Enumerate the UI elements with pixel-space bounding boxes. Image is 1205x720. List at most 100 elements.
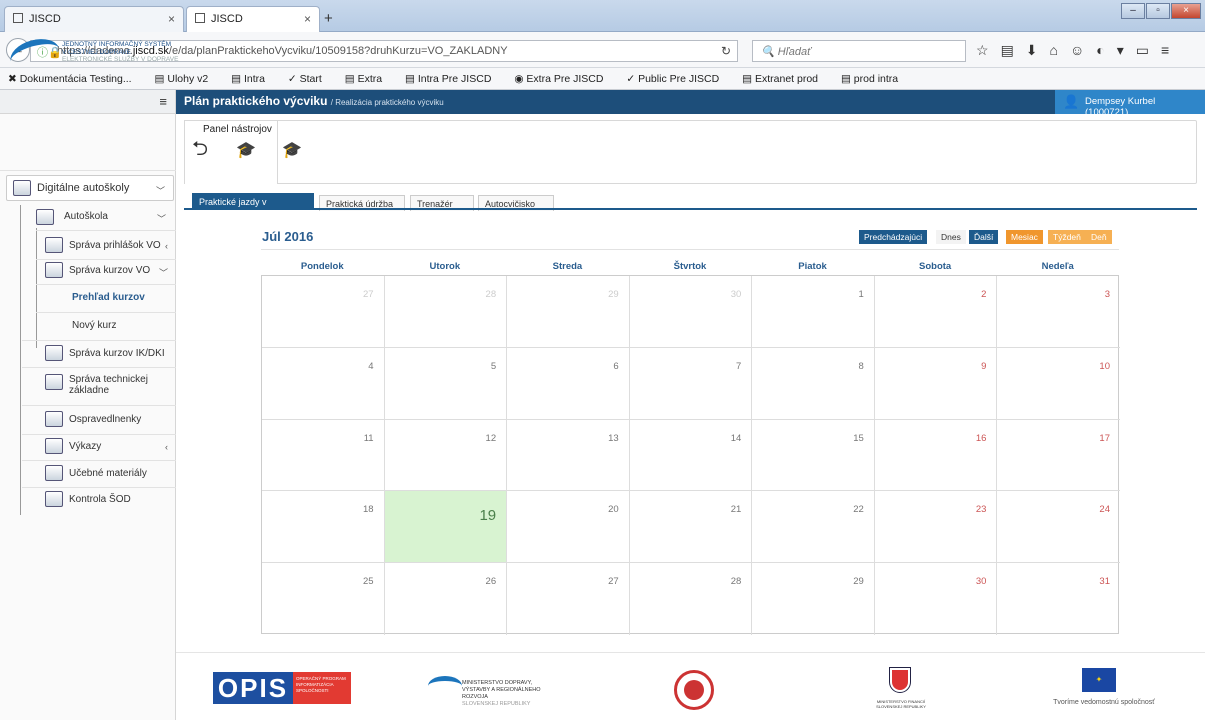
calendar-day[interactable]: 24 [997,491,1120,564]
bookmark-public-jiscd[interactable]: ✓ Public Pre JISCD [626,73,729,85]
bookmark-label: Ulohy v2 [167,73,209,85]
calendar-day[interactable]: 8 [752,347,875,420]
close-window-icon[interactable]: × [1171,3,1201,19]
bookmark-extra-jiscd[interactable]: ◉ Extra Pre JISCD [514,73,613,85]
sidebar-item-ospravedlnenky[interactable]: Ospravedlnenky [40,411,176,427]
bookmark-start[interactable]: ✓ Start [288,73,332,85]
calendar-day[interactable]: 2 [874,276,998,348]
sidebar-item-sprava-kurzov-vo[interactable]: Správa kurzov VO ﹀ [40,262,176,278]
calendar-day[interactable]: 18 [262,491,385,564]
browser-search-input[interactable]: 🔍 Hľadať [752,40,966,62]
weekday-1: Utorok [429,261,461,272]
sidebar-item-prehlad-kurzov[interactable]: Prehľad kurzov [72,292,172,303]
calendar-day[interactable]: 3 [997,276,1120,348]
restore-icon[interactable]: ▫ [1146,3,1170,19]
bookmark-star-icon[interactable]: ☆ [976,42,1001,58]
sidebar-group-digitalne-autoskoly[interactable]: Digitálne autoškoly ﹀ [6,175,174,201]
next-button[interactable]: Ďalší [969,230,999,244]
screen-icon[interactable]: ▭ [1136,42,1161,58]
view-month-button[interactable]: Mesiac [1006,230,1043,244]
calendar-day[interactable]: 11 [262,419,385,492]
sidebar-item-ucebne-materialy[interactable]: Učebné materiály [40,465,176,481]
tool-panel-title: Panel nástrojov [203,124,272,135]
calendar-day[interactable]: 17 [997,420,1120,492]
browser-tab-2[interactable]: JISCD × [186,6,320,32]
sidebar-item-label: Výkazy [69,441,102,452]
bookmark-label: Dokumentácia Testing... [19,73,132,85]
smiley-icon[interactable]: ☺ [1070,42,1096,58]
home-icon[interactable]: ⌂ [1050,42,1070,58]
new-tab-button[interactable]: + [324,10,333,27]
sidebar-item-autoskola[interactable]: Autoškola ﹀ [24,209,174,225]
sidebar-item-kontrola-sod[interactable]: Kontrola ŠOD [40,491,176,507]
sidebar-item-sprava-kurzov-ik-dki[interactable]: Správa kurzov IK/DKI [40,345,176,361]
bookmark-label: Intra [243,73,265,85]
instructor-edit-icon[interactable]: 🎓 [282,140,302,160]
calendar-day[interactable]: 4 [262,347,385,420]
calendar-day[interactable]: 13 [507,419,630,492]
view-week-button[interactable]: Týždeň [1048,230,1086,244]
bookmark-testing[interactable]: ✖ Dokumentácia Testing... [8,73,142,85]
school-icon [36,209,54,225]
calendar-day[interactable]: 23 [874,491,998,564]
calendar-day[interactable]: 5 [384,347,508,420]
minimize-icon[interactable]: – [1121,3,1145,19]
calendar-day[interactable]: 28 [630,563,753,635]
bookmark-extra[interactable]: ▤ Extra [345,73,392,85]
calendar-day[interactable]: 27 [262,276,385,348]
calendar-day[interactable]: 7 [629,347,753,420]
sidebar-toggle-icon[interactable]: ≡ [0,90,175,114]
calendar-day[interactable]: 22 [752,491,875,564]
bookmark-prod-intra[interactable]: ▤ prod intra [841,73,908,85]
sidebar-item-vykazy[interactable]: Výkazy ‹ [40,438,176,454]
tab-prakticke-jazdy[interactable]: Praktické jazdy v premávke [192,193,314,217]
calendar-day[interactable]: 26 [385,563,508,635]
calendar-day[interactable]: 31 [997,563,1120,635]
reading-list-icon[interactable]: ▤ [1001,42,1026,58]
reload-icon[interactable]: ↻ [721,44,731,58]
calendar-day-today[interactable]: 19 [384,491,508,564]
back-arrow-icon[interactable]: ⮌ [192,134,208,168]
calendar-day[interactable]: 14 [629,419,753,492]
close-tab-icon[interactable]: × [168,12,175,26]
calendar-day[interactable]: 15 [752,419,875,492]
bookmark-intra-jiscd[interactable]: ▤ Intra Pre JISCD [405,73,501,85]
calendar-day[interactable]: 9 [874,347,998,420]
bookmark-ulohy[interactable]: ▤ Ulohy v2 [155,73,219,85]
calendar-day[interactable]: 30 [875,563,998,635]
calendar-day[interactable]: 25 [262,563,385,635]
user-menu[interactable]: 👤 Dempsey Kurbel (1000721) [1055,90,1205,118]
sidebar-item-sprava-prihlasok-vo[interactable]: Správa prihlášok VO ‹ [40,237,176,253]
download-icon[interactable]: ⬇ [1026,42,1050,58]
today-button[interactable]: Dnes [936,230,966,244]
dropdown-icon[interactable]: ▾ [1117,42,1136,58]
calendar-day[interactable]: 12 [384,419,508,492]
bookmark-label: Intra Pre JISCD [417,73,492,85]
divider [261,249,1119,250]
calendar-day[interactable]: 16 [874,419,998,492]
bookmark-intra[interactable]: ▤ Intra [231,73,275,85]
calendar-day[interactable]: 27 [507,563,630,635]
calendar-day[interactable]: 29 [752,563,875,635]
calendar-day[interactable]: 6 [507,347,630,420]
calendar-day[interactable]: 30 [629,276,753,348]
calendar-day[interactable]: 1 [752,276,875,348]
tab-underline [184,208,1197,210]
browser-tab-1[interactable]: JISCD × [4,6,184,32]
page-subtitle: / Realizácia praktického výcviku [330,98,444,107]
bookmark-extranet-prod[interactable]: ▤ Extranet prod [742,73,828,85]
view-day-button[interactable]: Deň [1086,230,1112,244]
sidebar-item-sprava-technickej-zakladne[interactable]: Správa technickej základne [40,374,176,396]
previous-button[interactable]: Predchádzajúci [859,230,928,244]
calendar-day[interactable]: 21 [629,491,753,564]
close-tab-icon[interactable]: × [304,12,311,26]
calendar-day[interactable]: 28 [384,276,508,348]
instructor-clock-icon[interactable]: 🎓 [236,140,256,160]
calendar-day[interactable]: 20 [507,491,630,564]
calendar-day[interactable]: 29 [507,276,630,348]
extension-icon[interactable]: ◐ [1096,42,1116,58]
menu-icon[interactable]: ≡ [1161,42,1181,58]
calendar-day[interactable]: 10 [997,348,1120,420]
browser-nav-bar: ← ⓘ🔒 https://dademo.jiscd.sk/e/da/planPr… [0,32,1205,68]
sidebar-item-novy-kurz[interactable]: Nový kurz [72,320,172,331]
